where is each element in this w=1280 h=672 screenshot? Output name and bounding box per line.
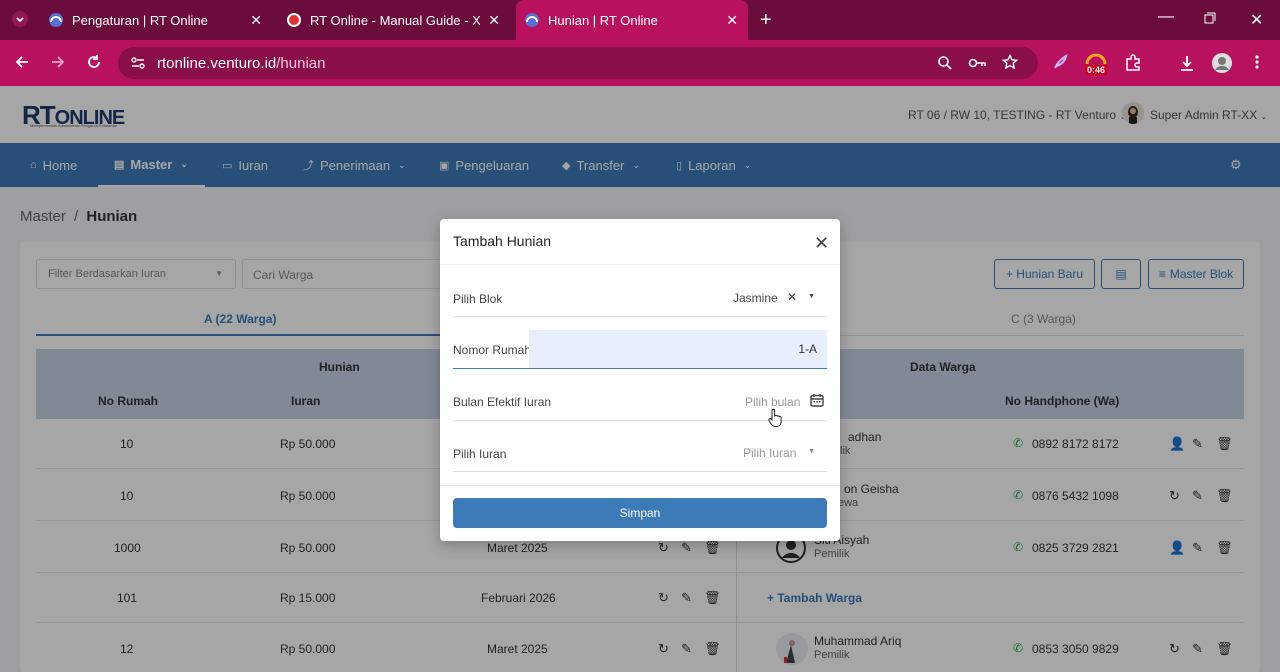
blok-select-value[interactable]: Jasmine	[733, 291, 778, 305]
restore-icon[interactable]	[1204, 12, 1216, 24]
url-text[interactable]: rtonline.venturo.id/hunian	[157, 55, 325, 72]
tab-title: Hunian | RT Online	[548, 12, 658, 28]
password-key-icon[interactable]	[968, 55, 988, 71]
site-settings-icon[interactable]	[130, 55, 146, 71]
close-tab-icon[interactable]: ✕	[488, 12, 500, 29]
field-label: Bulan Efektif Iuran	[453, 395, 552, 409]
url-path: /hunian	[276, 55, 326, 72]
browser-tab-hunian[interactable]: Hunian | RT Online ✕	[516, 0, 748, 40]
forward-icon[interactable]	[50, 54, 66, 70]
browser-tab-pengaturan[interactable]: Pengaturan | RT Online ✕	[40, 6, 272, 34]
reload-icon[interactable]	[86, 54, 102, 70]
rt-online-favicon-icon	[524, 12, 540, 28]
pilih-iuran-field: Pilih Iuran Pilih Iuran ▼	[453, 434, 827, 472]
timer-badge: 0:46	[1085, 65, 1108, 75]
caret-down-icon[interactable]: ▼	[808, 293, 815, 300]
download-icon[interactable]	[1178, 54, 1196, 72]
minimize-icon[interactable]: —	[1158, 8, 1174, 26]
browser-tab-strip: Pengaturan | RT Online ✕ RT Online - Man…	[0, 0, 1280, 40]
calendar-icon[interactable]	[810, 393, 824, 407]
close-tab-icon[interactable]: ✕	[250, 12, 262, 29]
back-icon[interactable]	[14, 54, 30, 70]
profile-avatar-icon[interactable]	[1212, 53, 1232, 73]
modal-title: Tambah Hunian	[453, 233, 552, 249]
url-host: rtonline.venturo.id	[157, 55, 277, 72]
nomor-rumah-input[interactable]: 1-A	[529, 330, 827, 368]
extension-timer-icon[interactable]: 0:46	[1084, 52, 1108, 76]
iuran-placeholder[interactable]: Pilih Iuran	[743, 446, 796, 460]
field-label: Pilih Blok	[453, 292, 503, 306]
clear-selection-icon[interactable]: ✕	[787, 290, 797, 304]
simpan-button[interactable]: Simpan	[453, 498, 827, 528]
field-label: Pilih Iuran	[453, 447, 507, 461]
rt-online-favicon-icon	[48, 12, 64, 28]
tambah-hunian-modal: Tambah Hunian ✕ Pilih Blok Jasmine ✕ ▼ N…	[440, 219, 840, 541]
close-modal-icon[interactable]: ✕	[814, 233, 829, 254]
nomor-rumah-field: Nomor Rumah 1-A	[453, 330, 827, 369]
modal-divider	[440, 264, 840, 265]
zoom-icon[interactable]	[937, 55, 953, 71]
new-tab-icon[interactable]: +	[760, 9, 772, 32]
bulan-placeholder[interactable]: Pilih bulan	[745, 395, 800, 409]
field-label: Nomor Rumah	[453, 343, 532, 357]
tab-title: Pengaturan | RT Online	[72, 12, 208, 28]
caret-down-icon[interactable]: ▼	[808, 448, 815, 455]
mouse-pointer-icon	[768, 408, 782, 428]
button-label: Simpan	[619, 506, 661, 520]
bookmark-star-icon[interactable]	[1002, 54, 1018, 70]
tab-title: RT Online - Manual Guide - Xmi	[310, 12, 480, 28]
browser-menu-icon[interactable]	[1254, 54, 1260, 70]
pilih-blok-field: Pilih Blok Jasmine ✕ ▼	[453, 279, 827, 317]
extension-feather-icon[interactable]	[1052, 54, 1068, 70]
close-tab-icon[interactable]: ✕	[726, 12, 738, 29]
extensions-puzzle-icon[interactable]	[1124, 54, 1142, 72]
input-value: 1-A	[798, 342, 817, 356]
browser-tab-manual-guide[interactable]: RT Online - Manual Guide - Xmi ✕	[278, 6, 510, 34]
manual-guide-favicon-icon	[286, 12, 302, 28]
tab-search-icon[interactable]	[12, 11, 28, 27]
close-window-icon[interactable]: ✕	[1250, 10, 1263, 30]
modal-footer-divider	[440, 485, 840, 486]
